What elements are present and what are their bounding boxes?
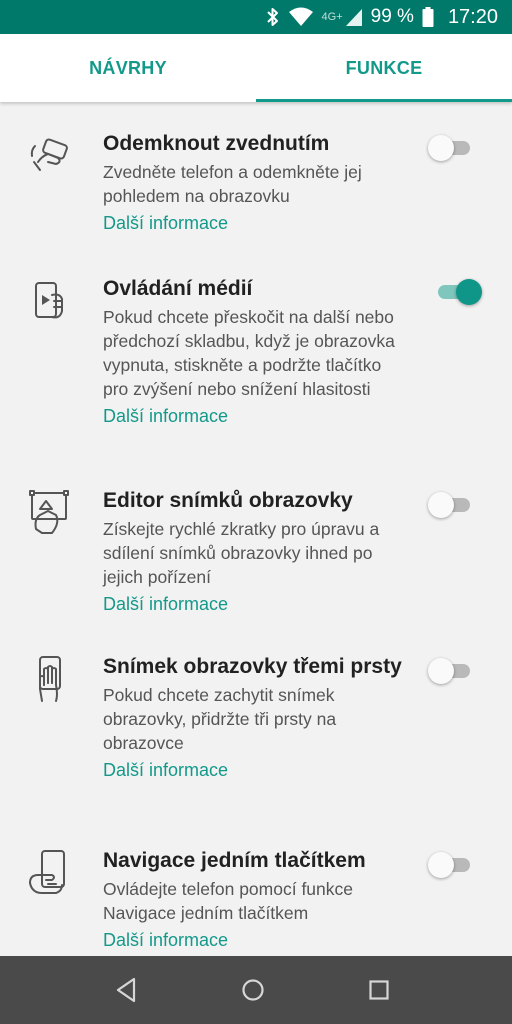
toggle-thumb <box>428 852 454 878</box>
feature-description: Zvedněte telefon a odemkněte jej pohlede… <box>103 162 362 206</box>
signal-icon <box>345 9 362 26</box>
battery-icon <box>422 7 434 27</box>
bluetooth-icon <box>266 8 278 26</box>
toggle-thumb <box>456 279 482 305</box>
selected-tab-indicator <box>256 99 512 102</box>
feature-toggle[interactable] <box>428 277 482 307</box>
feature-list: Odemknout zvednutím Zvedněte telefon a o… <box>0 102 512 956</box>
feature-title: Editor snímků obrazovky <box>103 489 353 512</box>
learn-more-link[interactable]: Další informace <box>103 210 403 236</box>
learn-more-link[interactable]: Další informace <box>103 927 403 953</box>
toggle-thumb <box>428 492 454 518</box>
tab-funkce[interactable]: FUNKCE <box>256 34 512 102</box>
clock: 17:20 <box>447 5 498 28</box>
feature-description: Pokud chcete zachytit snímek obrazovky, … <box>103 685 337 753</box>
feature-description: Pokud chcete přeskočit na další nebo pře… <box>103 307 395 399</box>
three-finger-screenshot-icon <box>39 656 61 702</box>
screenshot-editor-icon <box>29 490 69 534</box>
toggle-thumb <box>428 135 454 161</box>
toggle-thumb <box>428 658 454 684</box>
one-button-nav-icon <box>29 850 65 894</box>
recents-icon[interactable] <box>363 974 395 1006</box>
feature-title: Odemknout zvednutím <box>103 132 330 155</box>
feature-toggle[interactable] <box>428 850 474 880</box>
back-icon[interactable] <box>110 974 142 1006</box>
tab-navrhy[interactable]: NÁVRHY <box>0 34 256 102</box>
status-bar: 4G+ 99 % 17:20 <box>0 0 512 34</box>
feature-toggle[interactable] <box>428 133 474 163</box>
navigation-bar <box>0 956 512 1024</box>
feature-description: Získejte rychlé zkratky pro úpravu a sdí… <box>103 519 380 587</box>
feature-toggle[interactable] <box>428 490 474 520</box>
home-icon[interactable] <box>237 974 269 1006</box>
learn-more-link[interactable]: Další informace <box>103 591 403 617</box>
learn-more-link[interactable]: Další informace <box>103 757 403 783</box>
tab-bar: NÁVRHY FUNKCE <box>0 34 512 102</box>
feature-title: Navigace jedním tlačítkem <box>103 849 366 872</box>
feature-toggle[interactable] <box>428 656 474 686</box>
lift-unlock-icon <box>30 138 68 171</box>
feature-title: Ovládání médií <box>103 277 253 300</box>
feature-description: Ovládejte telefon pomocí funkce Navigace… <box>103 879 354 923</box>
battery-level: 99 % <box>370 6 414 27</box>
learn-more-link[interactable]: Další informace <box>103 403 403 429</box>
media-control-icon <box>35 282 63 319</box>
feature-title: Snímek obrazovky třemi prsty <box>103 655 402 678</box>
network-type: 4G+ <box>321 11 343 23</box>
wifi-icon <box>288 7 313 26</box>
